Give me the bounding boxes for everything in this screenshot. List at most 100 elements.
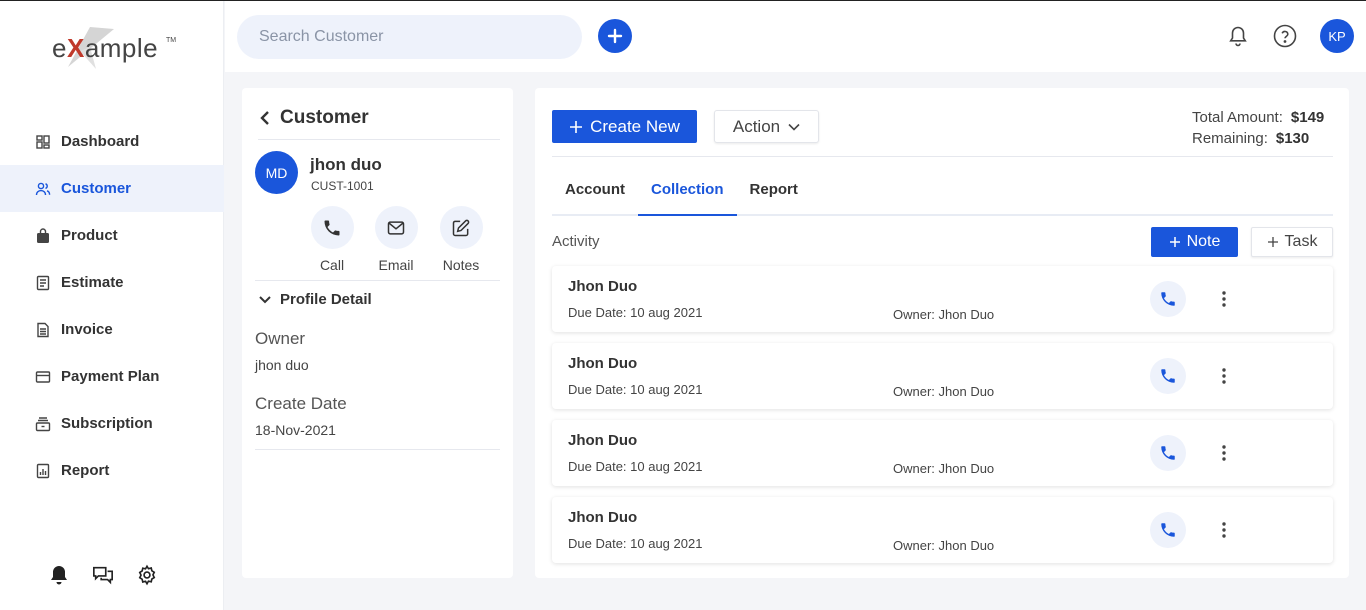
chevron-down-icon <box>259 295 271 303</box>
call-button[interactable] <box>310 206 354 249</box>
chevron-left-icon[interactable] <box>258 110 272 126</box>
activity-due-date: Due Date: 10 aug 2021 <box>568 382 703 397</box>
more-vertical-icon <box>1222 522 1226 538</box>
activity-item[interactable]: Jhon Duo Due Date: 10 aug 2021 Owner: Jh… <box>552 420 1333 486</box>
sidebar-item-customer[interactable]: Customer <box>0 165 224 212</box>
phone-icon <box>1161 523 1175 537</box>
sidebar-item-label: Customer <box>61 180 132 197</box>
task-label: Task <box>1284 233 1318 250</box>
bell-icon[interactable] <box>1225 23 1251 49</box>
report-icon <box>34 462 52 480</box>
sidebar-item-product[interactable]: Product <box>0 212 224 259</box>
divider <box>255 280 500 281</box>
brand-logo[interactable]: eXample TM <box>52 23 192 73</box>
sidebar-item-payment-plan[interactable]: Payment Plan <box>0 353 224 400</box>
call-button[interactable] <box>1150 281 1186 317</box>
activity-owner: Owner: Jhon Duo <box>893 461 995 476</box>
note-label: Note <box>1186 233 1221 250</box>
remaining-value: $130 <box>1275 130 1310 147</box>
sidebar-nav: Dashboard Customer Product Estimate Invo… <box>0 118 224 494</box>
gear-icon[interactable] <box>136 564 158 586</box>
page-title: Customer <box>280 106 369 128</box>
email-label: Email <box>378 257 414 273</box>
logo-trademark: TM <box>166 37 177 44</box>
activity-name: Jhon Duo <box>568 509 638 526</box>
customer-id: CUST-1001 <box>311 179 374 193</box>
total-amount-value: $149 <box>1290 109 1325 126</box>
activity-label: Activity <box>552 233 600 250</box>
sidebar-item-dashboard[interactable]: Dashboard <box>0 118 224 165</box>
divider <box>552 156 1333 157</box>
sidebar: eXample TM Dashboard Customer Product Es… <box>0 1 224 610</box>
sidebar-item-report[interactable]: Report <box>0 447 224 494</box>
sidebar-item-label: Product <box>61 227 118 244</box>
divider <box>255 449 500 450</box>
dashboard-icon <box>34 133 52 151</box>
logo-text: eXample <box>52 33 159 63</box>
activity-item[interactable]: Jhon Duo Due Date: 10 aug 2021 Owner: Jh… <box>552 497 1333 563</box>
notes-action[interactable]: Notes <box>431 206 491 273</box>
bell-icon[interactable] <box>48 564 70 586</box>
add-note-button[interactable]: Note <box>1151 227 1238 257</box>
user-avatar[interactable]: KP <box>1320 19 1354 53</box>
activity-name: Jhon Duo <box>568 355 638 372</box>
sidebar-item-invoice[interactable]: Invoice <box>0 306 224 353</box>
activity-list: Jhon Duo Due Date: 10 aug 2021 Owner: Jh… <box>552 266 1333 574</box>
notes-button[interactable] <box>439 206 483 249</box>
sidebar-item-label: Subscription <box>61 415 153 432</box>
sidebar-item-label: Dashboard <box>61 133 140 150</box>
top-bar: KP <box>225 1 1366 72</box>
mail-icon <box>387 220 405 235</box>
plus-icon <box>570 120 583 133</box>
help-icon[interactable] <box>1272 23 1298 49</box>
more-options-button[interactable] <box>1216 365 1232 387</box>
users-icon <box>34 180 52 198</box>
more-vertical-icon <box>1222 445 1226 461</box>
tab-collection[interactable]: Collection <box>638 168 737 216</box>
sidebar-item-label: Payment Plan <box>61 368 160 385</box>
invoice-icon <box>34 321 52 339</box>
tabs: Account Collection Report <box>552 168 1333 216</box>
more-vertical-icon <box>1222 291 1226 307</box>
phone-icon <box>1161 369 1175 383</box>
call-button[interactable] <box>1150 358 1186 394</box>
sidebar-item-estimate[interactable]: Estimate <box>0 259 224 306</box>
customer-panel: Customer MD jhon duo CUST-1001 Call Emai… <box>242 88 513 578</box>
bag-icon <box>34 227 52 245</box>
chat-icon[interactable] <box>92 564 114 586</box>
activity-due-date: Due Date: 10 aug 2021 <box>568 305 703 320</box>
action-dropdown[interactable]: Action <box>714 110 819 143</box>
customer-avatar: MD <box>255 151 298 194</box>
sidebar-item-label: Estimate <box>61 274 124 291</box>
add-task-button[interactable]: Task <box>1251 227 1333 257</box>
sidebar-bottom-tools <box>48 564 158 586</box>
email-button[interactable] <box>374 206 418 249</box>
remaining-label: Remaining: <box>1192 130 1268 147</box>
activity-item[interactable]: Jhon Duo Due Date: 10 aug 2021 Owner: Jh… <box>552 266 1333 332</box>
call-button[interactable] <box>1150 512 1186 548</box>
totals-summary: Total Amount: $149 Remaining: $130 <box>1192 107 1324 149</box>
owner-value: jhon duo <box>255 357 309 373</box>
more-options-button[interactable] <box>1216 519 1232 541</box>
activity-owner: Owner: Jhon Duo <box>893 307 995 322</box>
tab-report[interactable]: Report <box>737 168 811 216</box>
email-action[interactable]: Email <box>366 206 426 273</box>
sidebar-item-subscription[interactable]: Subscription <box>0 400 224 447</box>
customer-header: Customer <box>258 104 500 140</box>
profile-detail-title: Profile Detail <box>280 291 372 308</box>
search-input[interactable] <box>237 15 582 59</box>
action-label: Action <box>732 116 781 136</box>
add-button[interactable] <box>598 19 632 53</box>
call-button[interactable] <box>1150 435 1186 471</box>
activity-due-date: Due Date: 10 aug 2021 <box>568 536 703 551</box>
more-options-button[interactable] <box>1216 442 1232 464</box>
profile-detail-toggle[interactable]: Profile Detail <box>258 291 372 308</box>
sidebar-item-label: Invoice <box>61 321 113 338</box>
activity-item[interactable]: Jhon Duo Due Date: 10 aug 2021 Owner: Jh… <box>552 343 1333 409</box>
more-options-button[interactable] <box>1216 288 1232 310</box>
plus-icon <box>1169 237 1180 247</box>
create-new-button[interactable]: Create New <box>552 110 697 143</box>
call-action[interactable]: Call <box>302 206 362 273</box>
phone-icon <box>324 220 340 235</box>
tab-account[interactable]: Account <box>552 168 638 216</box>
